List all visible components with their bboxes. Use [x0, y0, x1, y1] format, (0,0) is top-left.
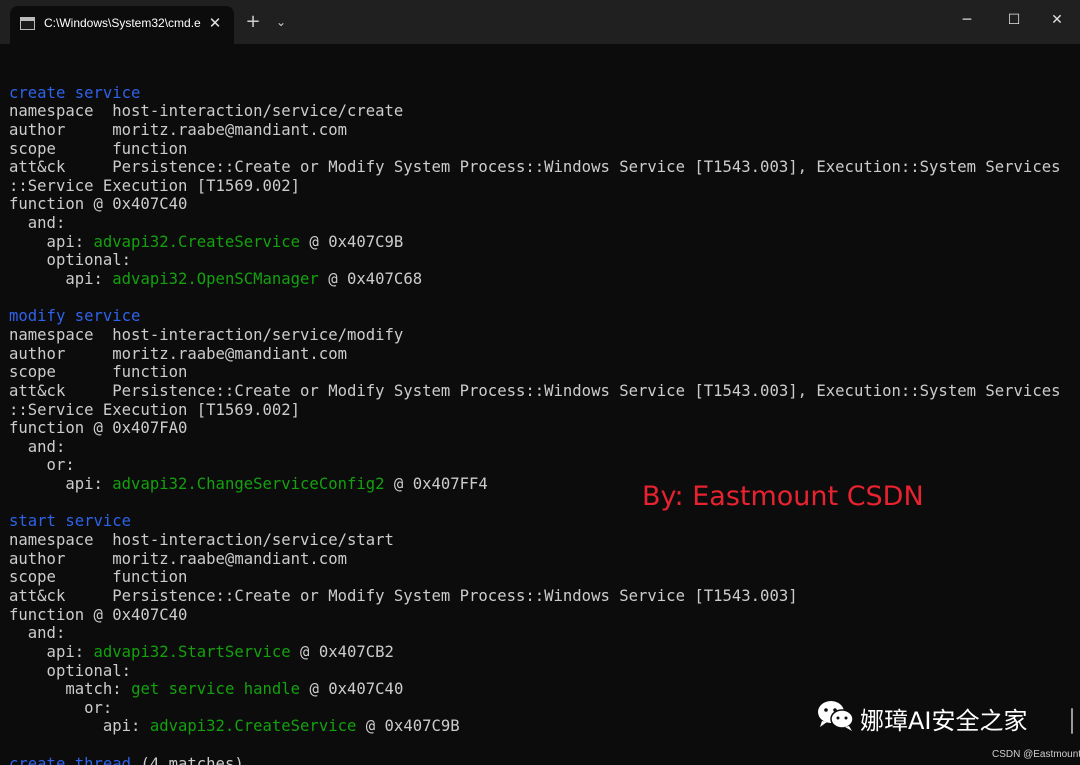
line-text: att&ck Persistence::Create or Modify Sys… [9, 586, 798, 605]
terminal-line: scope function [9, 568, 1060, 587]
line-text: optional: [9, 251, 132, 270]
line-text: ::Service Execution [T1569.002] [9, 400, 301, 419]
terminal-line: scope function [9, 363, 1060, 382]
terminal-line: ::Service Execution [T1569.002] [9, 401, 1060, 420]
brand-text: 娜璋AI安全之家 [860, 707, 1028, 735]
line-text: api: [9, 232, 94, 251]
terminal-line: modify service [9, 307, 1060, 326]
tab-title: C:\Windows\System32\cmd.e [44, 16, 201, 30]
terminal-line: att&ck Persistence::Create or Modify Sys… [9, 587, 1060, 606]
api-name: advapi32.ChangeServiceConfig2 [112, 475, 385, 494]
line-text: @ 0x407C68 [318, 270, 423, 289]
terminal-line: api: advapi32.StartService @ 0x407CB2 [9, 643, 1060, 662]
terminal-line: create thread (4 matches) [9, 755, 1060, 765]
close-button[interactable]: ✕ [1034, 0, 1080, 40]
rule-name: modify service [9, 307, 141, 326]
line-text: api: [9, 475, 113, 494]
api-name: advapi32.StartService [93, 642, 291, 661]
terminal-line: and: [9, 214, 1060, 233]
terminal-line: author moritz.raabe@mandiant.com [9, 550, 1060, 569]
line-text: scope function [9, 363, 188, 382]
terminal-line: function @ 0x407FA0 [9, 419, 1060, 438]
line-text: optional: [9, 661, 132, 680]
title-bar: C:\Windows\System32\cmd.e ✕ + ⌄ ─ ☐ ✕ [0, 0, 1080, 44]
maximize-button[interactable]: ☐ [991, 0, 1037, 40]
line-text: and: [9, 624, 66, 643]
line-text: or: [9, 698, 113, 717]
line-text: (4 matches) [131, 754, 244, 765]
line-text: and: [9, 437, 66, 456]
terminal-output[interactable]: create service namespace host-interaction… [0, 44, 1080, 765]
terminal-line: or: [9, 456, 1060, 475]
line-text: namespace host-interaction/service/modif… [9, 325, 404, 344]
line-text: and: [9, 214, 66, 233]
line-text: api: [9, 270, 113, 289]
line-text: author moritz.raabe@mandiant.com [9, 344, 347, 363]
terminal-line: start service [9, 512, 1060, 531]
tab-close-icon[interactable]: ✕ [206, 14, 224, 32]
line-text: @ 0x407FF4 [384, 475, 488, 494]
line-text: api: [9, 642, 94, 661]
rule-name: create thread [9, 754, 132, 765]
terminal-line: namespace host-interaction/service/start [9, 531, 1060, 550]
terminal-line: scope function [9, 140, 1060, 159]
line-text: author moritz.raabe@mandiant.com [9, 120, 347, 139]
line-text: namespace host-interaction/service/start [9, 531, 394, 550]
line-text: @ 0x407C40 [300, 680, 404, 699]
terminal-line: function @ 0x407C40 [9, 195, 1060, 214]
terminal-line: author moritz.raabe@mandiant.com [9, 345, 1060, 364]
line-text: scope function [9, 139, 188, 158]
terminal-line: att&ck Persistence::Create or Modify Sys… [9, 158, 1060, 177]
terminal-line: att&ck Persistence::Create or Modify Sys… [9, 382, 1060, 401]
terminal-line: and: [9, 624, 1060, 643]
line-text: scope function [9, 568, 188, 587]
terminal-line: create service [9, 84, 1060, 103]
scrollbar-thumb[interactable] [1071, 708, 1073, 734]
line-text: match: [9, 680, 132, 699]
line-text: function @ 0x407C40 [9, 605, 188, 624]
watermark-text: By: Eastmount CSDN [642, 481, 924, 512]
terminal-line: namespace host-interaction/service/modif… [9, 326, 1060, 345]
terminal-line: function @ 0x407C40 [9, 606, 1060, 625]
terminal-line: match: get service handle @ 0x407C40 [9, 680, 1060, 699]
line-text: function @ 0x407C40 [9, 195, 188, 214]
chevron-down-icon[interactable]: ⌄ [272, 12, 290, 32]
api-name: advapi32.CreateService [149, 717, 357, 736]
api-name: advapi32.OpenSCManager [112, 270, 319, 289]
wechat-icon [818, 701, 854, 731]
rule-name: start service [9, 512, 132, 531]
api-name: get service handle [131, 680, 301, 699]
terminal-tab[interactable]: C:\Windows\System32\cmd.e ✕ [10, 6, 234, 44]
line-text: @ 0x407CB2 [290, 642, 394, 661]
new-tab-button[interactable]: + [243, 12, 263, 32]
line-text: att&ck Persistence::Create or Modify Sys… [9, 381, 1061, 400]
terminal-line: author moritz.raabe@mandiant.com [9, 121, 1060, 140]
output-lines: create service namespace host-interaction… [9, 65, 1060, 765]
terminal-line: api: advapi32.CreateService @ 0x407C9B [9, 233, 1060, 252]
line-text: @ 0x407C9B [300, 232, 404, 251]
terminal-line: and: [9, 438, 1060, 457]
cmd-icon [20, 17, 35, 30]
line-text: api: [9, 717, 150, 736]
terminal-line: optional: [9, 662, 1060, 681]
terminal-line: ::Service Execution [T1569.002] [9, 177, 1060, 196]
line-text: ::Service Execution [T1569.002] [9, 176, 301, 195]
terminal-line: optional: [9, 251, 1060, 270]
line-text: att&ck Persistence::Create or Modify Sys… [9, 158, 1061, 177]
line-text: author moritz.raabe@mandiant.com [9, 549, 347, 568]
line-text: namespace host-interaction/service/creat… [9, 102, 404, 121]
line-text: or: [9, 456, 75, 475]
terminal-line: api: advapi32.OpenSCManager @ 0x407C68 [9, 270, 1060, 289]
rule-name: create service [9, 83, 141, 102]
credit-text: CSDN @Eastmount [992, 749, 1080, 760]
line-text: function @ 0x407FA0 [9, 419, 188, 438]
terminal-line: namespace host-interaction/service/creat… [9, 102, 1060, 121]
api-name: advapi32.CreateService [93, 232, 301, 251]
line-text: @ 0x407C9B [356, 717, 460, 736]
minimize-button[interactable]: ─ [944, 0, 990, 40]
